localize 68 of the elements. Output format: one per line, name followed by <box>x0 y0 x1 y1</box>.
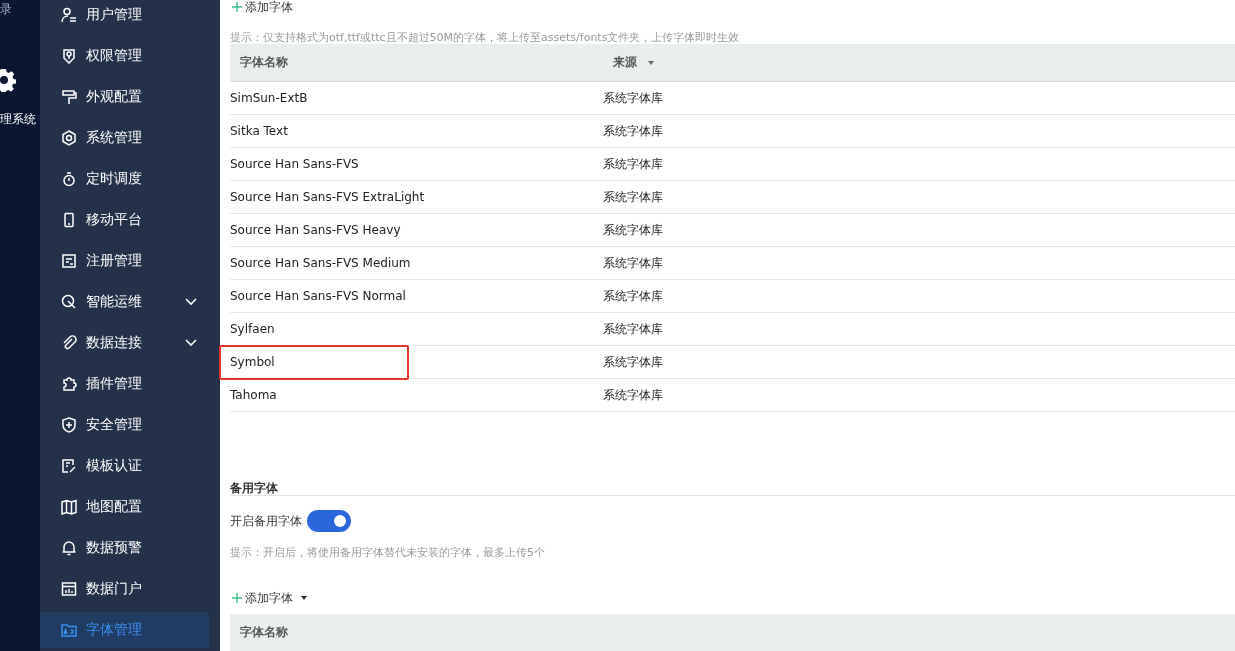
directory-label[interactable]: 录 <box>0 1 12 18</box>
table-cell: 系统字体库 <box>603 386 663 404</box>
font-icon <box>61 622 77 638</box>
puzzle-icon <box>61 376 77 392</box>
sidebar-item[interactable]: 用户管理 <box>40 0 209 33</box>
clip-icon <box>61 335 77 351</box>
section-title: 备用字体 <box>230 480 1235 496</box>
add-font-button[interactable]: 添加字体 <box>230 591 309 605</box>
timer-icon <box>61 171 77 187</box>
sidebar-item[interactable]: 移动平台 <box>40 202 209 238</box>
sidebar-item[interactable]: 外观配置 <box>40 79 209 115</box>
sidebar-item[interactable]: 数据预警 <box>40 530 209 566</box>
plus-icon <box>232 593 242 603</box>
sidebar-item[interactable]: 权限管理 <box>40 38 209 74</box>
table-cell-text: SimSun-ExtB <box>230 91 309 105</box>
column-header[interactable]: 来源 <box>603 54 637 71</box>
table-cell: 系统字体库 <box>603 254 663 272</box>
table-cell: 系统字体库 <box>603 155 663 173</box>
brush-icon <box>61 89 77 105</box>
column-header: 字体名称 <box>239 624 289 641</box>
hint-text: 提示：仅支持格式为otf,ttf或ttc且不超过50M的字体，将上传至assets/fonts文件夹，上传字体即时生效 <box>230 30 741 44</box>
sidebar-item[interactable]: 数据门户 <box>40 571 209 607</box>
hint-text: 提示：开启后，将使用备用字体替代未安装的字体，最多上传5个 <box>230 545 546 559</box>
table-cell-text: Symbol <box>230 355 276 369</box>
table-cell: 系统字体库 <box>603 320 663 338</box>
table-cell: 系统字体库 <box>603 89 663 107</box>
user-icon <box>61 7 77 23</box>
sidebar-item[interactable]: 字体管理 <box>40 612 209 648</box>
chevron-icon[interactable] <box>185 298 197 306</box>
table-cell: 系统字体库 <box>603 287 663 305</box>
table-cell-text: Sitka Text <box>230 124 289 138</box>
phone-icon <box>61 212 77 228</box>
table-cell-text: Source Han Sans-FVS Medium <box>230 256 412 270</box>
sidebar-item[interactable]: 安全管理 <box>40 407 209 443</box>
form-icon <box>61 253 77 269</box>
sidebar-item[interactable]: 注册管理 <box>40 243 209 279</box>
toggle-label: 开启备用字体 <box>230 512 302 530</box>
sidebar-item[interactable]: 定时调度 <box>40 161 209 197</box>
toggle-switch[interactable] <box>307 510 351 532</box>
plus-icon <box>232 2 242 12</box>
sidebar-item[interactable]: 插件管理 <box>40 366 209 402</box>
table-cell: 系统字体库 <box>603 122 663 140</box>
portal-icon <box>61 581 77 597</box>
sidebar-item[interactable]: 智能运维 <box>40 284 209 320</box>
column-header: 字体名称 <box>239 54 289 71</box>
system-label[interactable]: 理系统 <box>0 111 36 128</box>
sidebar-item[interactable]: 系统管理 <box>40 120 209 156</box>
table-cell: 系统字体库 <box>603 221 663 239</box>
table-cell-text: Source Han Sans-FVS Normal <box>230 289 407 303</box>
table-cell: 系统字体库 <box>603 188 663 206</box>
table-cell-text: Sylfaen <box>230 322 276 336</box>
map-icon <box>61 499 77 515</box>
table-cell-text: Source Han Sans-FVS <box>230 157 360 171</box>
table-cell-text: Source Han Sans-FVS Heavy <box>230 223 402 237</box>
sidebar-item[interactable]: 模板认证 <box>40 448 209 484</box>
add-font-button[interactable]: 添加字体 <box>230 0 295 14</box>
caret-icon[interactable] <box>301 596 307 600</box>
table-cell-text: Tahoma <box>230 388 278 402</box>
table-cell-text: Source Han Sans-FVS ExtraLight <box>230 190 426 204</box>
bell-icon <box>61 540 77 556</box>
chevron-icon[interactable] <box>185 339 197 347</box>
gear-icon <box>61 130 77 146</box>
sidebar-item[interactable]: 数据连接 <box>40 325 209 361</box>
doc-icon <box>61 458 77 474</box>
sidebar-item[interactable]: 地图配置 <box>40 489 209 525</box>
shield-icon <box>61 417 77 433</box>
key-icon <box>61 48 77 64</box>
table-cell: 系统字体库 <box>603 353 663 371</box>
